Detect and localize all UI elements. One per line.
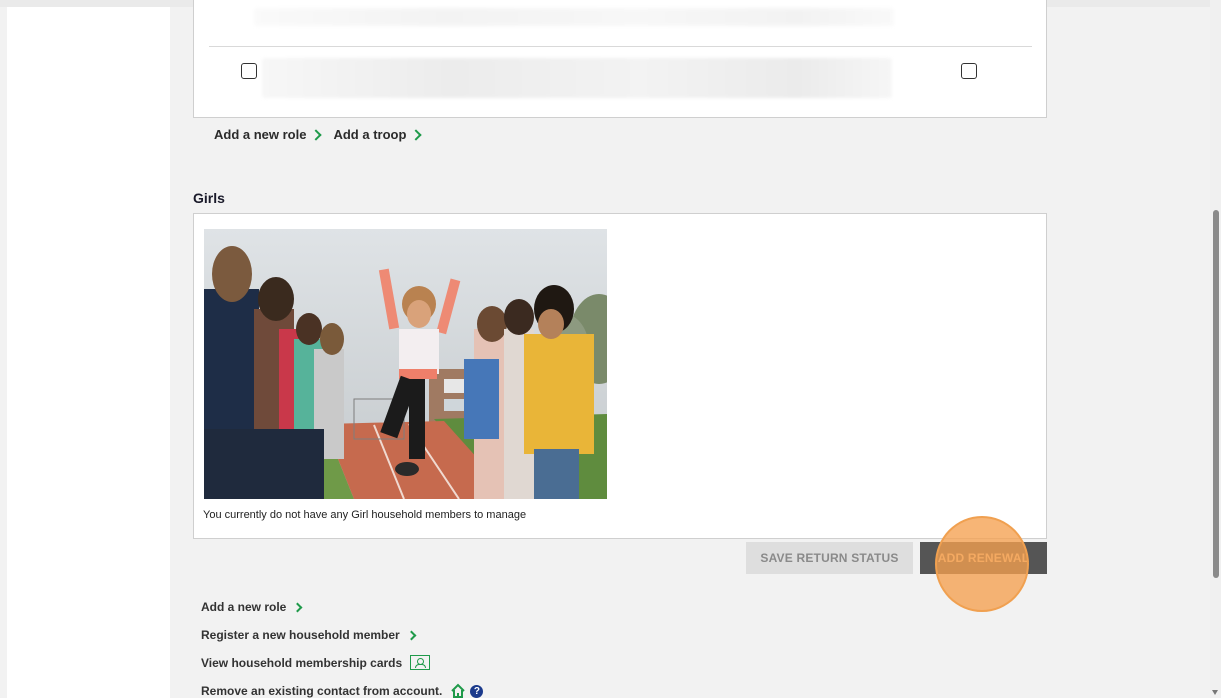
girls-section-title: Girls: [193, 190, 225, 206]
girls-empty-message: You currently do not have any Girl house…: [203, 509, 527, 521]
register-household-member-link[interactable]: Register a new household member: [201, 628, 417, 642]
role-option-checkbox[interactable]: [961, 63, 977, 79]
add-troop-link[interactable]: Add a troop: [333, 127, 423, 142]
left-sidebar: [7, 7, 170, 698]
register-household-member-label: Register a new household member: [201, 628, 400, 642]
click-highlight-marker: [935, 516, 1029, 612]
add-new-role-label: Add a new role: [214, 127, 307, 142]
scrollbar-thumb[interactable]: [1213, 210, 1219, 578]
view-membership-cards-label: View household membership cards: [201, 655, 403, 670]
girls-panel: You currently do not have any Girl house…: [193, 213, 1047, 539]
chevron-right-icon: [406, 630, 417, 640]
role-select-checkbox[interactable]: [241, 63, 257, 79]
redacted-row-content: [262, 58, 892, 98]
page-scrollbar[interactable]: [1210, 0, 1221, 698]
add-new-role-link[interactable]: Add a new role: [214, 127, 323, 142]
add-troop-label: Add a troop: [333, 127, 407, 142]
home-icon: [451, 683, 466, 698]
add-new-role-bottom-link[interactable]: Add a new role: [201, 600, 303, 614]
view-membership-cards-link[interactable]: View household membership cards: [201, 655, 431, 670]
row-divider: [209, 46, 1032, 47]
membership-card-icon: [410, 655, 431, 670]
chevron-right-icon: [410, 128, 423, 141]
roles-links: Add a new role Add a troop: [214, 127, 433, 142]
scroll-down-arrow-icon[interactable]: [1212, 690, 1218, 695]
chevron-right-icon: [310, 128, 323, 141]
girls-celebrating-photo: [204, 229, 607, 499]
remove-contact-label: Remove an existing contact from account.: [201, 684, 443, 698]
remove-contact-link[interactable]: Remove an existing contact from account.…: [201, 683, 484, 698]
save-return-status-button[interactable]: SAVE RETURN STATUS: [746, 542, 913, 574]
chevron-right-icon: [292, 602, 303, 612]
redacted-row-content: [254, 8, 894, 26]
help-icon[interactable]: ?: [470, 684, 484, 698]
add-new-role-bottom-label: Add a new role: [201, 600, 287, 614]
roles-table-panel: [193, 0, 1047, 118]
